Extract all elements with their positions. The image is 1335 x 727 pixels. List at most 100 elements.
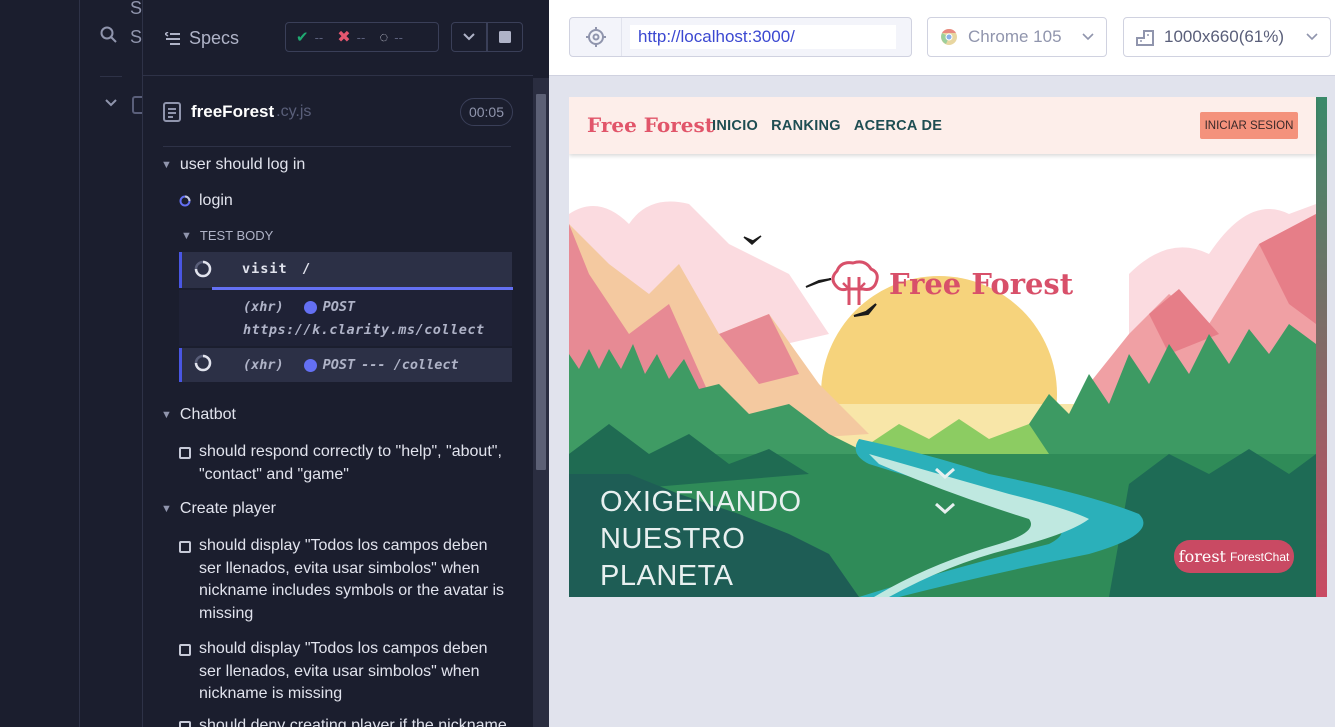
x-icon: ✖	[337, 29, 351, 46]
browser-label: Chrome 105	[968, 27, 1062, 46]
test-title: login	[199, 192, 233, 209]
site-nav-links: INICIO RANKING ACERCA DE	[712, 118, 942, 134]
pending-icon: ◌	[379, 28, 389, 46]
hero-headline: OXIGENANDO NUESTRO PLANETA	[600, 484, 802, 595]
test-title: should respond correctly to "help", "abo…	[199, 443, 502, 483]
reporter-header: Specs ✔ -- ✖ -- ◌ --	[143, 0, 533, 76]
login-button[interactable]: INICIAR SESION	[1200, 112, 1298, 139]
search-label: Search	[130, 0, 143, 18]
chat-brand: forest	[1178, 547, 1226, 566]
specs-toggle-button[interactable]: Specs	[165, 28, 239, 49]
pending-square-icon	[179, 721, 191, 727]
chevron-down-icon	[1306, 33, 1318, 41]
url-field[interactable]: http://localhost:3000/	[630, 25, 896, 49]
folder-icon	[132, 96, 142, 114]
browser-select[interactable]: Chrome 105	[927, 17, 1107, 57]
viewport-select[interactable]: 1000x660(61%)	[1123, 17, 1331, 57]
suite-title: user should log in	[179, 156, 306, 173]
selector-playground-button[interactable]	[570, 18, 622, 56]
hero-line: OXIGENANDO	[600, 486, 802, 518]
expand-collapse-button[interactable]	[451, 22, 487, 52]
hero-banner: Free Forest OXIGENANDO NUESTRO PLANETA	[569, 154, 1316, 597]
chevron-down-icon: ▼	[161, 409, 172, 421]
xhr-method: POST	[322, 357, 356, 373]
chevron-down-icon	[1082, 33, 1094, 41]
pending-test[interactable]: should deny creating player if the nickn…	[179, 715, 509, 727]
pending-count: ◌ --	[379, 28, 403, 46]
stop-button[interactable]	[487, 22, 523, 52]
chevron-down-icon[interactable]	[104, 98, 118, 108]
chevron-down-icon	[463, 33, 475, 41]
loading-spinner-icon	[194, 354, 212, 372]
specs-label: Specs	[189, 28, 240, 48]
command-name: visit	[242, 261, 288, 277]
hero-brand-text: Free Forest	[889, 267, 1074, 301]
test-title: should display "Todos los campos deben s…	[199, 640, 488, 702]
ruler-icon	[1136, 30, 1154, 46]
crosshair-icon	[585, 27, 606, 47]
xhr-command[interactable]: (xhr) POST --- /collect	[179, 348, 512, 382]
suite-user-should-log-in[interactable]: ▼ user should log in	[161, 156, 305, 174]
passed-count: ✔ --	[296, 29, 324, 46]
viewport-size: 1000x660	[1164, 27, 1239, 46]
duration-badge: 00:05	[459, 98, 513, 126]
test-title: should display "Todos los campos deben s…	[199, 537, 505, 622]
suite-chatbot[interactable]: ▼ Chatbot	[161, 406, 236, 424]
search-specs-input[interactable]: Specs	[130, 27, 142, 48]
chevron-down-icon: ▼	[161, 159, 172, 171]
chevron-down-icon: ▼	[181, 229, 192, 242]
pending-square-icon	[179, 541, 191, 553]
specs-list-panel: Search Specs	[80, 0, 143, 727]
suite-create-player[interactable]: ▼ Create player	[161, 500, 276, 518]
xhr-url: --- /collect	[361, 357, 459, 373]
pending-test[interactable]: should respond correctly to "help", "abo…	[179, 441, 509, 486]
running-icon	[179, 195, 191, 207]
test-stats: ✔ -- ✖ -- ◌ --	[285, 22, 439, 52]
nav-link-inicio[interactable]: INICIO	[712, 118, 758, 134]
reporter-panel: Specs ✔ -- ✖ -- ◌ -- freeForest .cy.js 0…	[143, 0, 549, 727]
search-icon[interactable]	[100, 26, 118, 44]
check-icon: ✔	[296, 29, 309, 46]
app-under-test-area: http://localhost:3000/ Chrome 105 1000x6…	[549, 0, 1335, 727]
aut-scrollbar[interactable]	[1316, 97, 1327, 597]
pending-square-icon	[179, 644, 191, 656]
pending-test[interactable]: should display "Todos los campos deben s…	[179, 638, 509, 706]
pending-dot-icon	[303, 300, 317, 314]
tree-logo-icon	[831, 260, 879, 305]
file-divider	[163, 146, 511, 147]
hero-line: NUESTRO	[600, 523, 746, 555]
pending-test[interactable]: should display "Todos los campos deben s…	[179, 535, 509, 625]
specs-divider	[100, 76, 122, 77]
xhr-command[interactable]: (xhr) POST https://k.clarity.ms/collect	[179, 290, 512, 346]
active-nav-indicator	[0, 0, 80, 727]
pending-dot-icon	[303, 358, 317, 372]
nav-link-acerca-de[interactable]: ACERCA DE	[854, 118, 942, 134]
failed-count: ✖ --	[337, 29, 366, 46]
spec-file-ext: .cy.js	[276, 103, 312, 120]
chat-label: ForestChat	[1229, 549, 1290, 564]
xhr-type: (xhr)	[243, 357, 284, 373]
test-body-label[interactable]: ▼ TEST BODY	[181, 228, 273, 243]
site-brand-logo[interactable]: Free Forest	[587, 113, 714, 137]
url-bar: http://localhost:3000/	[569, 17, 912, 57]
command-visit[interactable]: visit /	[179, 252, 513, 290]
hero-line: PLANETA	[600, 560, 734, 592]
test-login[interactable]: login	[179, 192, 233, 210]
spec-file-name[interactable]: freeForest	[191, 102, 274, 122]
xhr-url: https://k.clarity.ms/collect	[243, 322, 485, 338]
document-icon	[163, 102, 181, 122]
test-title: should deny creating player if the nickn…	[199, 717, 507, 727]
spec-file-header: freeForest .cy.js 00:05	[163, 96, 513, 128]
aut-iframe[interactable]: Free Forest INICIO RANKING ACERCA DE INI…	[569, 97, 1327, 597]
nav-link-ranking[interactable]: RANKING	[771, 118, 841, 134]
stop-icon	[499, 31, 511, 43]
forest-chat-button[interactable]: forest ForestChat	[1174, 540, 1294, 573]
suite-title: Create player	[179, 500, 276, 517]
reporter-scrollbar-thumb[interactable]	[536, 94, 546, 470]
command-arg: /	[302, 261, 311, 277]
chrome-icon	[941, 28, 957, 45]
viewport-scale: (61%)	[1238, 27, 1285, 46]
pending-square-icon	[179, 447, 191, 459]
suite-title: Chatbot	[179, 406, 236, 423]
xhr-method: POST	[322, 299, 356, 315]
